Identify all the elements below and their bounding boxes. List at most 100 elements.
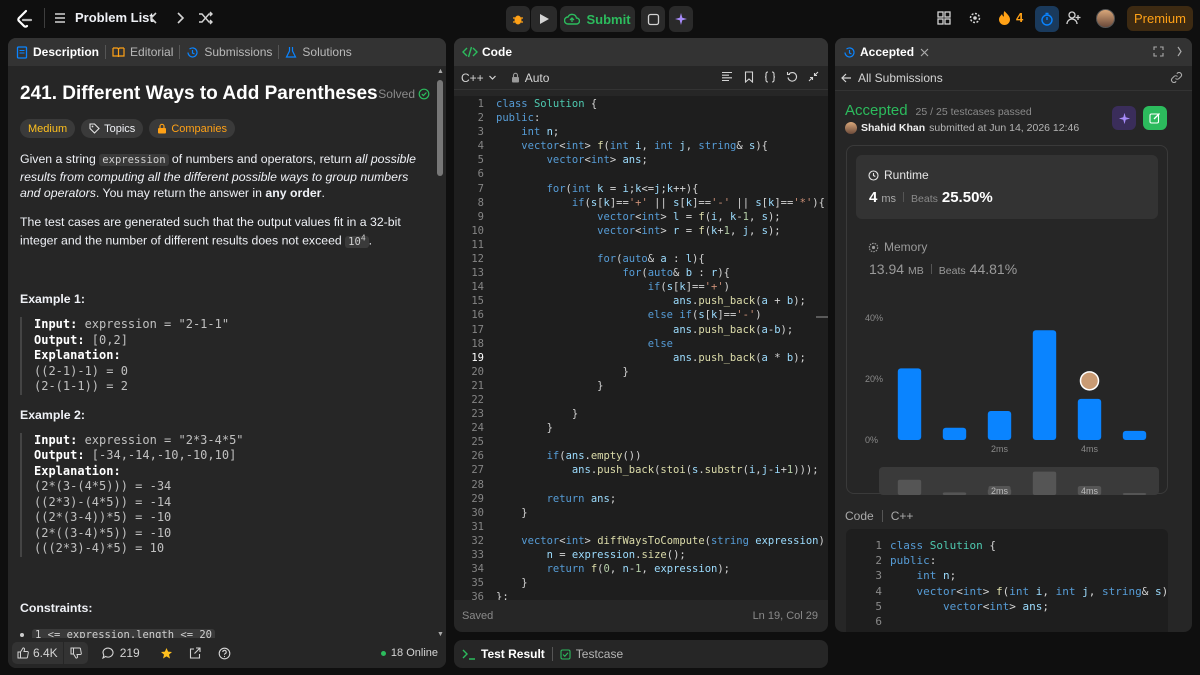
shuffle-icon[interactable] bbox=[198, 11, 214, 25]
code-line[interactable]: if(ans.empty()) bbox=[496, 449, 826, 463]
code-line[interactable]: vector<int> diffWaysToCompute(string exp… bbox=[496, 534, 826, 548]
timer-button[interactable] bbox=[1035, 6, 1059, 32]
debug-button[interactable] bbox=[506, 6, 530, 32]
difficulty-badge[interactable]: Medium bbox=[20, 119, 76, 138]
code-line[interactable]: n = expression.size(); bbox=[496, 548, 826, 562]
edit-notes-button[interactable] bbox=[1143, 106, 1167, 130]
ai-assist-button[interactable] bbox=[669, 6, 693, 32]
settings-gear-icon[interactable] bbox=[968, 11, 982, 25]
code-line[interactable]: vector<int> l = f(i, k-1, s); bbox=[496, 210, 826, 224]
streak-counter[interactable]: 4 bbox=[998, 10, 1023, 25]
code-line[interactable] bbox=[496, 167, 826, 181]
maximize-icon[interactable] bbox=[1153, 46, 1164, 57]
code-line[interactable] bbox=[496, 435, 826, 449]
problem-list-button[interactable]: Problem List bbox=[53, 10, 154, 25]
code-line[interactable]: } bbox=[496, 576, 826, 590]
code-line[interactable]: } bbox=[496, 379, 826, 393]
code-label: Code bbox=[845, 509, 874, 523]
code-line[interactable]: ans.push_back(stoi(s.substr(i,j-i+1))); bbox=[496, 463, 826, 477]
code-line[interactable] bbox=[496, 238, 826, 252]
run-button[interactable] bbox=[531, 6, 557, 32]
output-label: Output: bbox=[34, 448, 85, 462]
runtime-distribution-chart[interactable]: 40% 20% 0% 2ms 4ms 2ms 4ms bbox=[847, 280, 1169, 495]
tab-editorial[interactable]: Editorial bbox=[112, 45, 173, 59]
code-line[interactable]: return f(0, n-1, expression); bbox=[496, 562, 826, 576]
topics-tag[interactable]: Topics bbox=[81, 119, 144, 138]
tab-test-result[interactable]: Test Result bbox=[462, 647, 545, 661]
code-line[interactable]: return ans; bbox=[496, 492, 826, 506]
code-line[interactable]: vector<int> r = f(k+1, j, s); bbox=[496, 224, 826, 238]
code-line[interactable]: } bbox=[496, 407, 826, 421]
language-select[interactable]: C++ bbox=[461, 71, 497, 85]
bookmark-icon[interactable] bbox=[744, 71, 754, 83]
range-bar bbox=[1122, 493, 1147, 495]
like-button[interactable]: 6.4K bbox=[12, 642, 63, 664]
code-line[interactable]: if(s[k]=='+') bbox=[496, 280, 826, 294]
code-line[interactable]: ans.push_back(a-b); bbox=[496, 323, 826, 337]
code-line[interactable]: vector<int> f(int i, int j, string& s){ bbox=[496, 139, 826, 153]
link-icon[interactable] bbox=[1170, 72, 1183, 83]
more-options-icon[interactable] bbox=[1177, 46, 1182, 57]
comments-button[interactable]: 219 bbox=[101, 646, 140, 660]
runtime-card[interactable]: Runtime 4 ms Beats 25.50% bbox=[856, 155, 1158, 219]
reset-icon[interactable] bbox=[786, 71, 798, 83]
companies-tag[interactable]: Companies bbox=[149, 119, 235, 138]
close-tab-icon[interactable] bbox=[920, 48, 929, 57]
code-line[interactable]: class Solution { bbox=[496, 97, 826, 111]
premium-button[interactable]: Premium bbox=[1127, 6, 1193, 31]
x-tick-label: 2ms bbox=[991, 444, 1009, 454]
braces-icon[interactable] bbox=[764, 71, 776, 83]
code-line[interactable]: } bbox=[496, 421, 826, 435]
description-scrollbar[interactable]: ▲ ▼ bbox=[436, 68, 444, 638]
accepted-tab-label[interactable]: Accepted bbox=[860, 45, 914, 59]
tab-description[interactable]: Description bbox=[16, 45, 99, 59]
code-line[interactable]: if(s[k]=='+' || s[k]=='-' || s[k]=='*'){ bbox=[496, 196, 826, 210]
prev-problem-icon[interactable] bbox=[147, 11, 161, 25]
code-line[interactable] bbox=[496, 478, 826, 492]
tab-solutions[interactable]: Solutions bbox=[285, 45, 352, 59]
code-line[interactable]: ans.push_back(a * b); bbox=[496, 351, 826, 365]
format-icon[interactable] bbox=[721, 71, 733, 82]
add-user-icon[interactable] bbox=[1066, 11, 1082, 25]
user-avatar[interactable] bbox=[845, 122, 857, 134]
code-line[interactable]: } bbox=[496, 506, 826, 520]
y-tick-label: 40% bbox=[865, 313, 883, 323]
username[interactable]: Shahid Khan bbox=[861, 122, 925, 134]
code-line[interactable]: public: bbox=[496, 111, 826, 125]
code-line[interactable] bbox=[496, 520, 826, 534]
next-problem-icon[interactable] bbox=[173, 11, 187, 25]
leetcode-logo[interactable] bbox=[15, 9, 35, 29]
scrollbar-thumb[interactable] bbox=[437, 80, 443, 176]
code-line[interactable]: else if(s[k]=='-') bbox=[496, 308, 826, 322]
code-line[interactable]: ans.push_back(a + b); bbox=[496, 294, 826, 308]
tab-editorial-label: Editorial bbox=[130, 45, 174, 59]
line-number: 25 bbox=[471, 436, 484, 449]
tab-submissions[interactable]: Submissions bbox=[186, 45, 272, 59]
code-line[interactable]: int n; bbox=[496, 125, 826, 139]
constraints-title: Constraints: bbox=[20, 600, 93, 615]
notes-button[interactable] bbox=[641, 6, 665, 32]
layout-icon[interactable] bbox=[937, 11, 951, 25]
code-line[interactable]: for(auto& a : l){ bbox=[496, 252, 826, 266]
all-submissions-link[interactable]: All Submissions bbox=[841, 71, 943, 85]
code-line[interactable]: vector<int> ans; bbox=[496, 153, 826, 167]
auto-mode[interactable]: Auto bbox=[511, 71, 549, 85]
dislike-button[interactable] bbox=[63, 642, 88, 664]
code-editor[interactable]: 1 2 3 4 5 6 7 8 9 10 11 12 13 14 15 16 17 18 19 20 21 22 23 24 2… bbox=[454, 96, 828, 600]
share-icon[interactable] bbox=[189, 647, 201, 659]
help-icon[interactable] bbox=[218, 647, 231, 660]
code-line[interactable]: else bbox=[496, 337, 826, 351]
submit-button[interactable]: Submit bbox=[560, 6, 635, 32]
tab-description-label: Description bbox=[33, 45, 100, 59]
analyze-ai-button[interactable] bbox=[1112, 106, 1136, 130]
code-line[interactable] bbox=[496, 393, 826, 407]
code-line[interactable]: for(auto& b : r){ bbox=[496, 266, 826, 280]
collapse-icon[interactable] bbox=[808, 71, 819, 82]
avatar[interactable] bbox=[1096, 9, 1115, 28]
code-line[interactable]: } bbox=[496, 365, 826, 379]
tab-testcase[interactable]: Testcase bbox=[560, 647, 623, 661]
star-icon[interactable] bbox=[160, 647, 173, 660]
code-line[interactable]: for(int k = i;k<=j;k++){ bbox=[496, 182, 826, 196]
code-line[interactable]: }; bbox=[496, 590, 826, 600]
memory-card[interactable]: Memory 13.94 MB Beats 44.81% bbox=[856, 226, 1158, 282]
